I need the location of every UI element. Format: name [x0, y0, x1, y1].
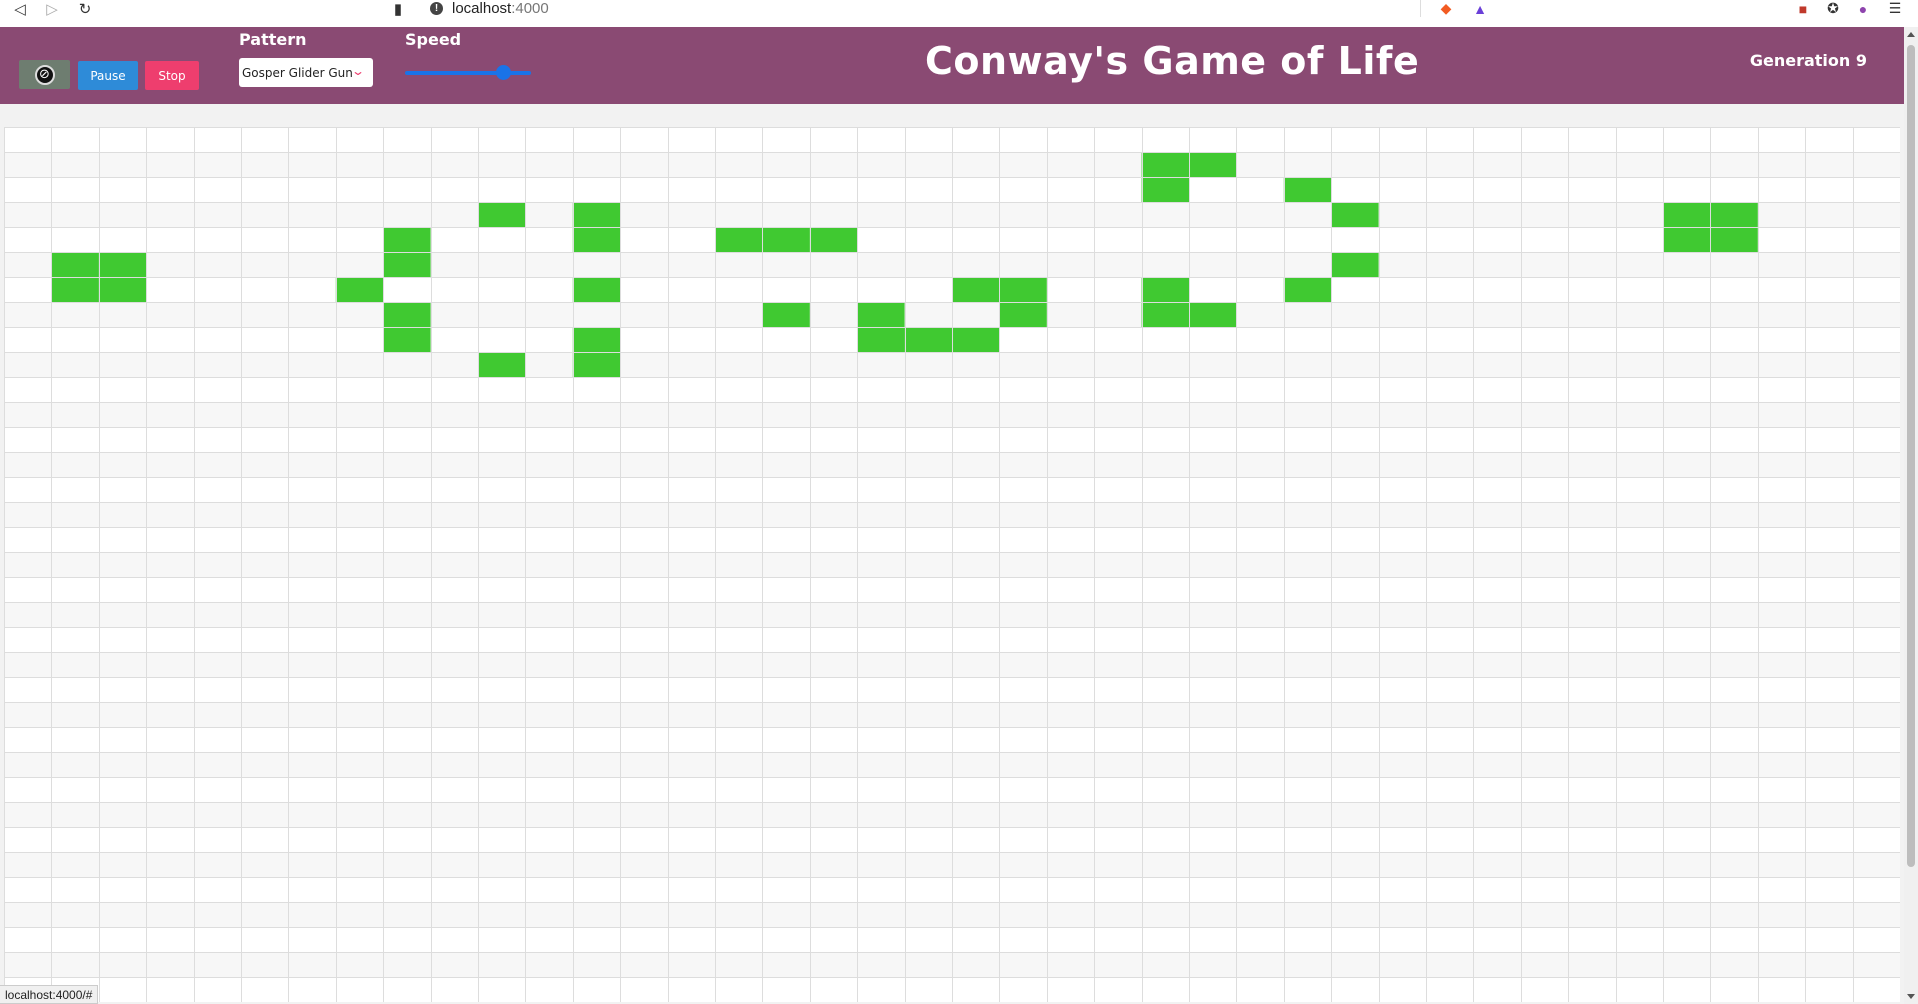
- speed-slider-thumb[interactable]: [496, 65, 512, 80]
- speed-slider-track: [405, 71, 531, 75]
- live-cell[interactable]: [857, 327, 905, 352]
- live-cell[interactable]: [1283, 177, 1332, 202]
- back-icon[interactable]: ◁: [10, 0, 30, 18]
- page-title: Conway's Game of Life: [925, 39, 1420, 83]
- speed-slider[interactable]: [405, 65, 531, 80]
- live-cell[interactable]: [98, 277, 147, 302]
- live-cell[interactable]: [1141, 302, 1189, 327]
- live-cell[interactable]: [1141, 152, 1189, 177]
- live-cell[interactable]: [383, 302, 431, 327]
- forward-icon[interactable]: ▷: [42, 0, 62, 18]
- live-cell[interactable]: [478, 352, 526, 377]
- clear-button[interactable]: ⊘: [19, 60, 70, 89]
- live-cell[interactable]: [1331, 252, 1379, 277]
- live-cell[interactable]: [762, 302, 810, 327]
- live-cell[interactable]: [478, 202, 526, 227]
- pattern-select[interactable]: Gosper Glider Gun ⌄: [239, 58, 373, 87]
- live-cell[interactable]: [1141, 177, 1189, 202]
- reload-icon[interactable]: ↻: [75, 0, 95, 18]
- pause-button[interactable]: Pause: [78, 61, 138, 90]
- live-cell[interactable]: [1710, 202, 1758, 227]
- live-cell[interactable]: [1331, 202, 1379, 227]
- extensions-puzzle-icon[interactable]: ✪: [1823, 0, 1843, 17]
- brave-shield-icon[interactable]: ◆: [1436, 0, 1456, 17]
- scroll-down-arrow-icon[interactable]: [1907, 994, 1915, 999]
- pattern-selected-value: Gosper Glider Gun: [242, 65, 353, 80]
- address-bar[interactable]: ! localhost:4000: [420, 0, 1421, 17]
- live-cell[interactable]: [335, 277, 384, 302]
- live-cell[interactable]: [572, 352, 621, 377]
- live-cell[interactable]: [999, 302, 1047, 327]
- live-cell[interactable]: [51, 277, 99, 302]
- pattern-label: Pattern: [239, 30, 307, 49]
- site-info-icon[interactable]: !: [430, 2, 443, 15]
- game-board[interactable]: [4, 127, 1900, 1002]
- live-cell[interactable]: [572, 227, 621, 252]
- link-status-bar: localhost:4000/#: [0, 985, 99, 1004]
- profile-avatar-icon[interactable]: ●: [1853, 0, 1873, 17]
- live-cell[interactable]: [762, 227, 810, 252]
- app-header: ⊘ Pause Stop Pattern Gosper Glider Gun ⌄…: [0, 27, 1904, 104]
- generation-counter: Generation 9: [1749, 51, 1867, 70]
- chevron-down-icon: ⌄: [350, 64, 366, 78]
- live-cell[interactable]: [1141, 277, 1189, 302]
- live-cell[interactable]: [1189, 152, 1237, 177]
- live-cell[interactable]: [383, 327, 431, 352]
- live-cell[interactable]: [1710, 227, 1758, 252]
- live-cell[interactable]: [952, 327, 1000, 352]
- address-text: localhost:4000: [452, 0, 549, 17]
- live-cell[interactable]: [857, 302, 905, 327]
- scrollbar-thumb[interactable]: [1907, 45, 1915, 867]
- extension-badge-icon[interactable]: ■: [1793, 0, 1813, 17]
- live-cell[interactable]: [1283, 277, 1332, 302]
- bookmark-icon[interactable]: ▮: [388, 0, 408, 18]
- stop-button[interactable]: Stop: [145, 61, 199, 90]
- live-cell[interactable]: [572, 277, 621, 302]
- menu-icon[interactable]: ☰: [1885, 0, 1905, 17]
- live-cell[interactable]: [715, 227, 763, 252]
- live-cell[interactable]: [383, 252, 431, 277]
- live-cell[interactable]: [1663, 227, 1711, 252]
- speed-label: Speed: [405, 30, 462, 49]
- live-cell[interactable]: [809, 227, 858, 252]
- game-grid[interactable]: [4, 127, 1900, 1002]
- live-cell[interactable]: [999, 277, 1047, 302]
- page-scrollbar[interactable]: [1904, 27, 1918, 1004]
- live-cell[interactable]: [1189, 302, 1237, 327]
- browser-toolbar: ◁ ▷ ↻ ▮ ! localhost:4000 ◆ ▲ ■ ✪ ● ☰: [0, 0, 1918, 27]
- scroll-up-arrow-icon[interactable]: [1907, 32, 1915, 37]
- live-cell[interactable]: [383, 227, 431, 252]
- live-cell[interactable]: [572, 202, 621, 227]
- live-cell[interactable]: [952, 277, 1000, 302]
- live-cell[interactable]: [572, 327, 621, 352]
- live-cell[interactable]: [904, 327, 952, 352]
- live-cell[interactable]: [51, 252, 99, 277]
- live-cell[interactable]: [1663, 202, 1711, 227]
- no-entry-icon: ⊘: [34, 64, 55, 85]
- brave-rewards-icon[interactable]: ▲: [1470, 0, 1490, 17]
- live-cell[interactable]: [98, 252, 147, 277]
